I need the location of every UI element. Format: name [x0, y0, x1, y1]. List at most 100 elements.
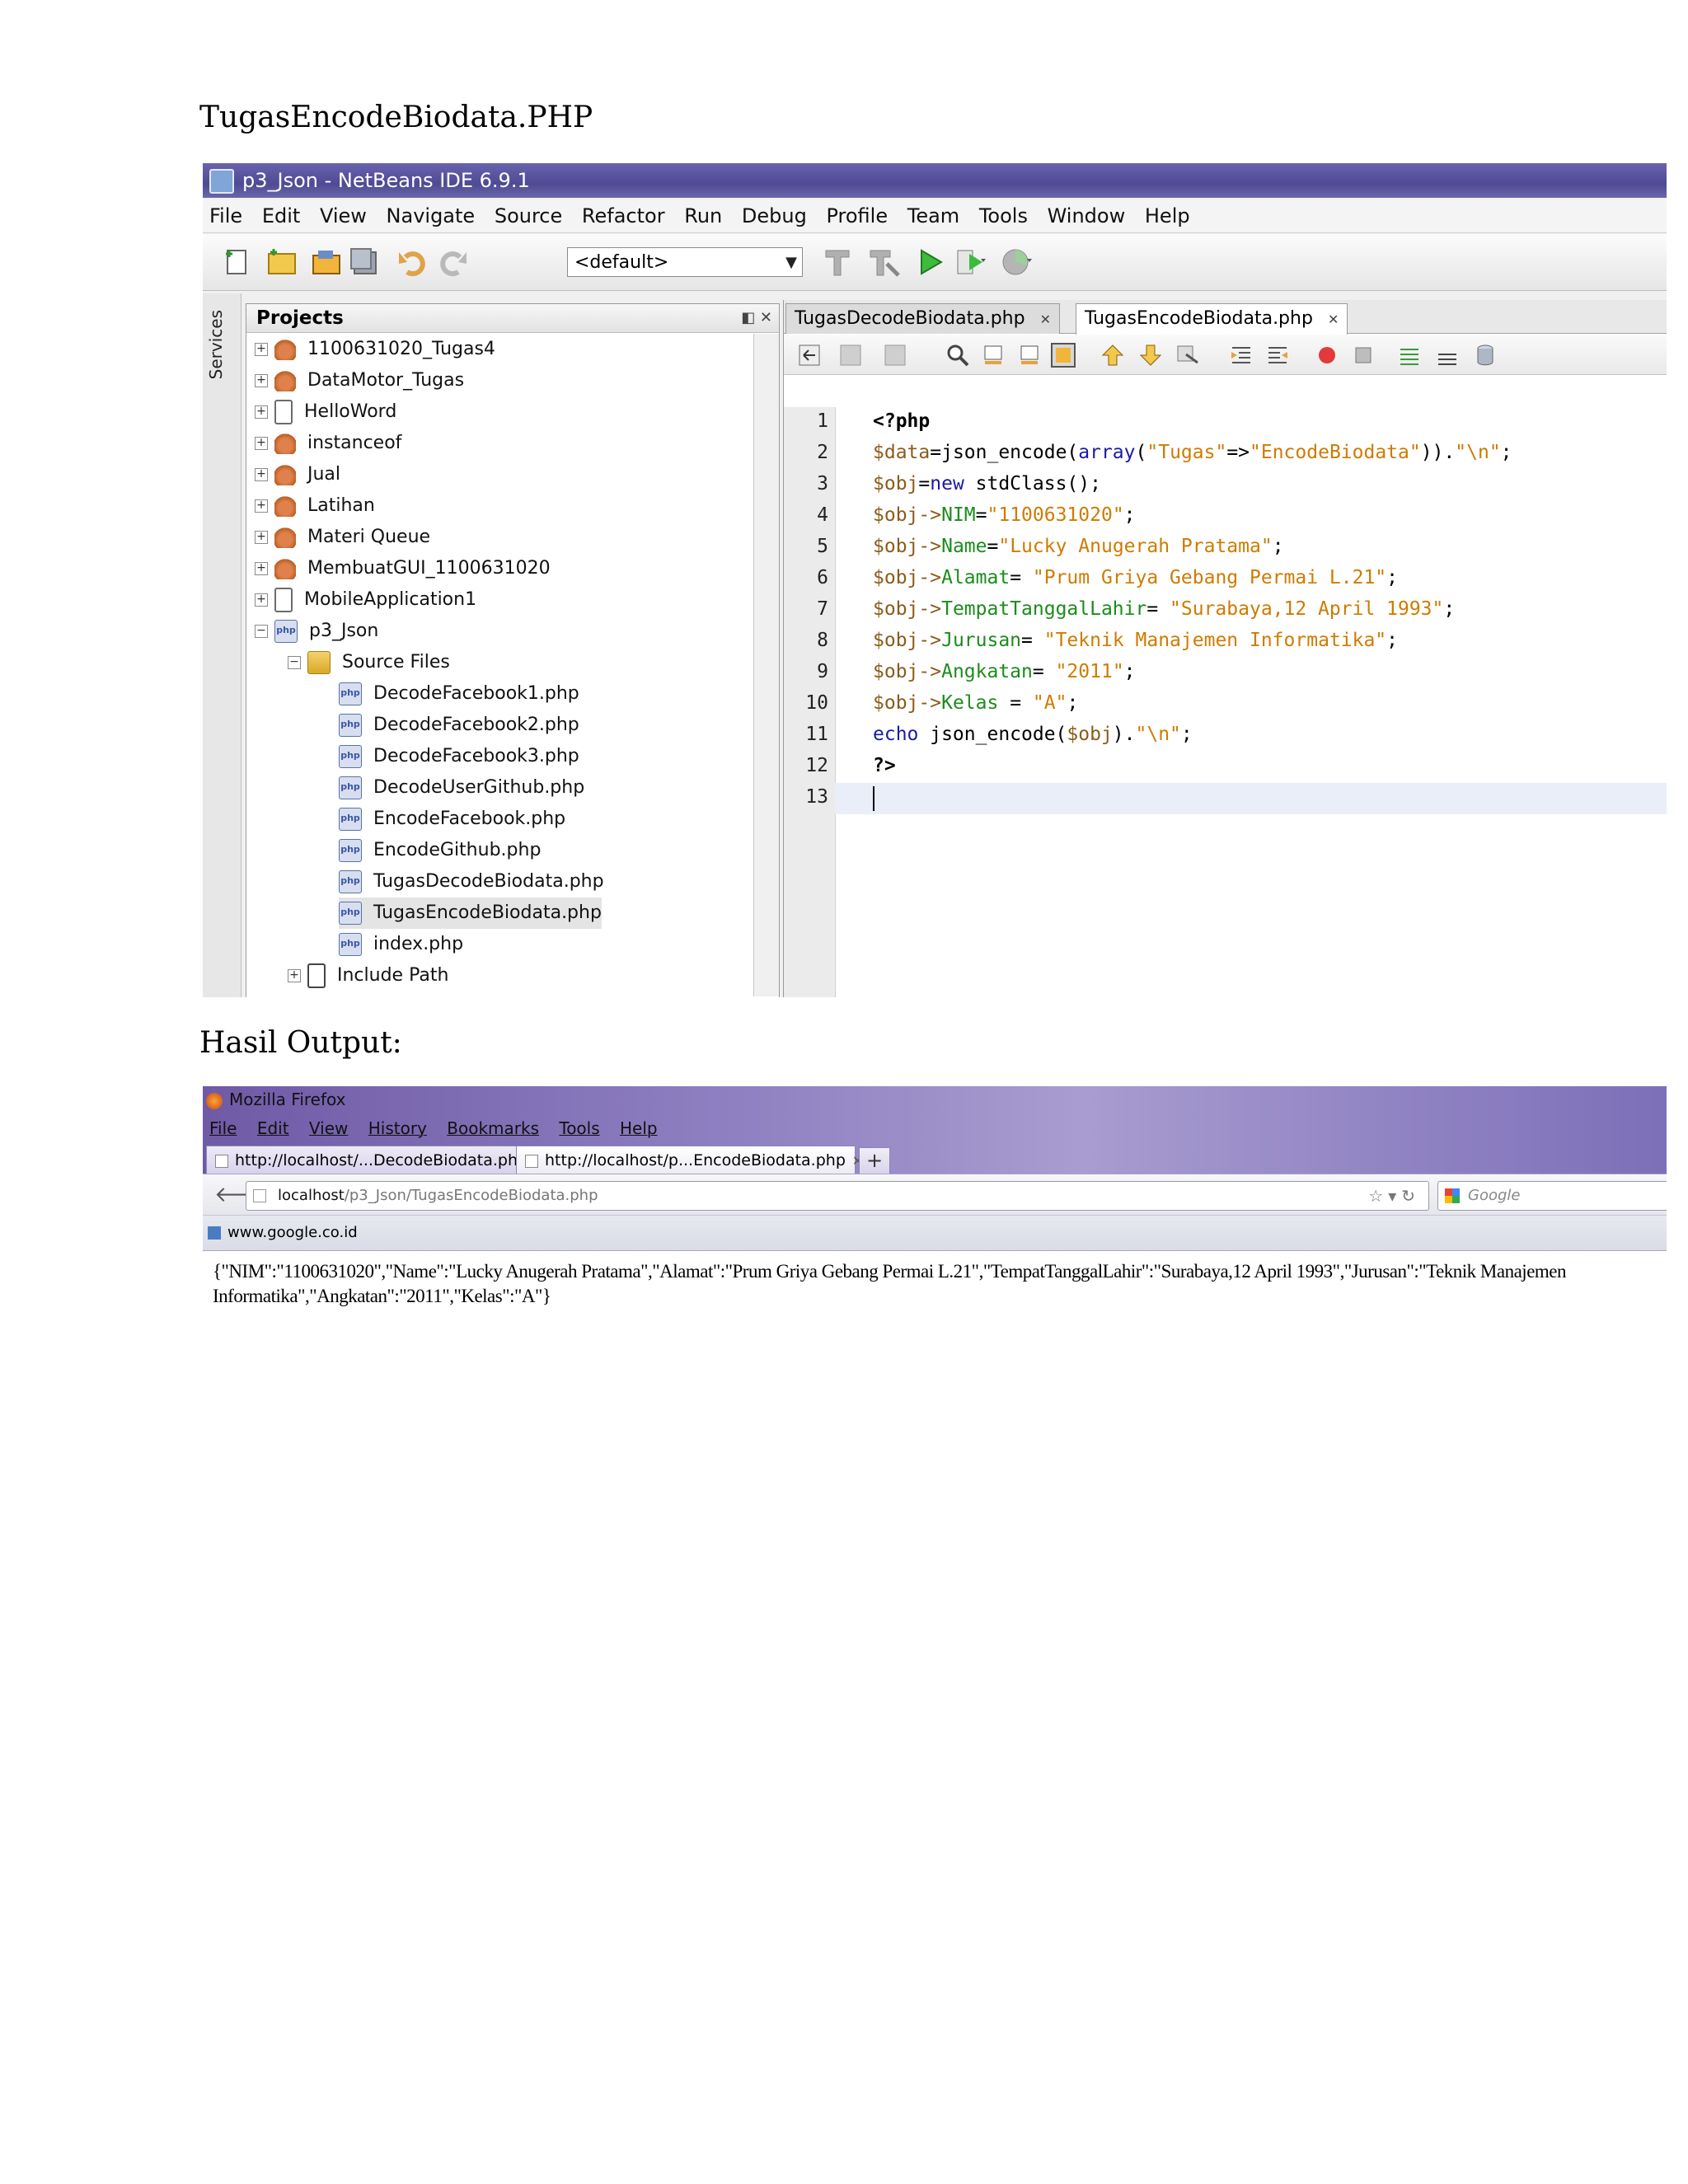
code-line: ?>	[873, 755, 896, 776]
tree-item[interactable]: + Latihan	[255, 490, 375, 522]
search-input[interactable]: Google	[1437, 1181, 1667, 1211]
tree-item[interactable]: + Materi Queue	[255, 522, 430, 553]
netbeans-window: p3_Json - NetBeans IDE 6.9.1 File Edit V…	[203, 163, 1667, 997]
expand-icon[interactable]: +	[255, 374, 268, 387]
tree-item[interactable]: + Jual	[255, 459, 340, 490]
bookmark-google[interactable]: www.google.co.id	[227, 1224, 358, 1241]
code-area[interactable]: <?php $data=json_encode(array("Tugas"=>"…	[835, 407, 1667, 997]
tree-item[interactable]: php DecodeFacebook3.php	[339, 741, 579, 772]
menu-view[interactable]: View	[309, 1118, 348, 1138]
menu-debug[interactable]: Debug	[742, 204, 807, 227]
tree-item[interactable]: +1100631020_Tugas4	[255, 334, 495, 365]
tree-item[interactable]: − Source Files	[288, 647, 450, 678]
tree-item[interactable]: + DataMotor_Tugas	[255, 365, 464, 396]
tree-item-label: DecodeFacebook2.php	[373, 715, 579, 735]
menu-view[interactable]: View	[320, 204, 367, 227]
close-icon[interactable]: ◧ ✕	[741, 304, 772, 332]
debug-icon[interactable]	[954, 246, 987, 279]
tree-item[interactable]: php EncodeGithub.php	[339, 835, 541, 866]
bookmark-star-icon[interactable]: ☆▾↻	[1368, 1182, 1420, 1210]
previous-bookmark-icon[interactable]	[1100, 343, 1125, 368]
start-macro-icon[interactable]	[1315, 343, 1339, 368]
menu-file[interactable]: File	[209, 204, 242, 227]
tab-encode-biodata[interactable]: http://localhost/p...EncodeBiodata.php ✕	[516, 1146, 863, 1174]
tree-item[interactable]: php DecodeFacebook1.php	[339, 678, 579, 710]
menu-edit[interactable]: Edit	[262, 204, 300, 227]
menu-history[interactable]: History	[368, 1118, 427, 1138]
toggle-bookmark-icon[interactable]	[1175, 343, 1199, 368]
find-previous-icon[interactable]	[982, 343, 1006, 368]
tab-tugas-encode-biodata[interactable]: TugasEncodeBiodata.php ✕	[1076, 303, 1348, 335]
tree-item[interactable]: − php p3_Json	[255, 616, 378, 647]
expand-icon[interactable]: +	[255, 499, 268, 513]
stop-macro-icon[interactable]	[1351, 343, 1376, 368]
comment-icon[interactable]	[1397, 343, 1422, 368]
next-bookmark-icon[interactable]	[1138, 343, 1163, 368]
expand-icon[interactable]: +	[255, 593, 268, 607]
menu-refactor[interactable]: Refactor	[582, 204, 665, 227]
menu-bookmarks[interactable]: Bookmarks	[447, 1118, 539, 1138]
close-icon[interactable]: ✕	[1040, 312, 1051, 327]
expand-icon[interactable]: +	[255, 468, 268, 481]
menu-team[interactable]: Team	[907, 204, 959, 227]
tree-item[interactable]: + HelloWord	[255, 396, 396, 428]
new-file-icon[interactable]	[221, 246, 254, 279]
database-icon[interactable]	[1473, 343, 1498, 368]
find-icon[interactable]	[945, 343, 970, 368]
clean-build-icon[interactable]	[867, 246, 900, 279]
find-next-icon[interactable]	[1016, 343, 1041, 368]
collapse-icon[interactable]: −	[255, 625, 268, 638]
toggle-highlight-icon[interactable]	[1051, 343, 1076, 368]
expand-icon[interactable]: +	[255, 343, 268, 356]
new-tab-button[interactable]: +	[859, 1147, 890, 1175]
services-tab[interactable]: Services	[206, 310, 226, 379]
redo-icon[interactable]	[437, 246, 470, 279]
shift-left-icon[interactable]	[1229, 343, 1254, 368]
close-icon[interactable]: ✕	[1328, 312, 1339, 327]
tree-item[interactable]: php TugasDecodeBiodata.php	[339, 866, 604, 898]
tree-item[interactable]: php DecodeFacebook2.php	[339, 710, 579, 741]
back-icon[interactable]	[838, 343, 863, 368]
expand-icon[interactable]: +	[255, 437, 268, 450]
uncomment-icon[interactable]	[1435, 343, 1460, 368]
open-project-icon[interactable]	[310, 246, 343, 279]
expand-icon[interactable]: +	[255, 531, 268, 544]
expand-icon[interactable]: +	[288, 969, 301, 982]
menu-run[interactable]: Run	[684, 204, 722, 227]
menu-tools[interactable]: Tools	[559, 1118, 599, 1138]
projects-scrollbar[interactable]	[753, 334, 779, 996]
menu-source[interactable]: Source	[495, 204, 562, 227]
url-bar[interactable]: localhost/p3_Json/TugasEncodeBiodata.php…	[246, 1181, 1429, 1211]
tab-tugas-decode-biodata[interactable]: TugasDecodeBiodata.php ✕	[785, 303, 1060, 334]
expand-icon[interactable]: +	[255, 562, 268, 575]
tree-item-selected[interactable]: php TugasEncodeBiodata.php	[339, 898, 602, 929]
menu-help[interactable]: Help	[620, 1118, 658, 1138]
forward-icon[interactable]	[883, 343, 907, 368]
new-project-icon[interactable]	[265, 246, 298, 279]
run-icon[interactable]	[913, 246, 946, 279]
tree-item[interactable]: + MobileApplication1	[255, 584, 476, 616]
menu-window[interactable]: Window	[1048, 204, 1126, 227]
expand-icon[interactable]: +	[255, 405, 268, 419]
save-all-icon[interactable]	[348, 246, 381, 279]
menu-file[interactable]: File	[209, 1118, 237, 1138]
menu-navigate[interactable]: Navigate	[387, 204, 476, 227]
menu-edit[interactable]: Edit	[257, 1118, 289, 1138]
tree-item[interactable]: + instanceof	[255, 428, 401, 459]
last-edit-icon[interactable]	[797, 343, 822, 368]
shift-right-icon[interactable]	[1265, 343, 1290, 368]
profile-icon[interactable]	[1001, 246, 1034, 279]
tree-item[interactable]: + Include Path	[288, 960, 448, 991]
configuration-select[interactable]: <default> ▼	[567, 247, 803, 277]
build-icon[interactable]	[821, 246, 854, 279]
menu-profile[interactable]: Profile	[826, 204, 888, 227]
collapse-icon[interactable]: −	[288, 656, 301, 669]
menu-tools[interactable]: Tools	[979, 204, 1028, 227]
tree-item[interactable]: php EncodeFacebook.php	[339, 804, 565, 835]
menu-help[interactable]: Help	[1145, 204, 1190, 227]
undo-icon[interactable]	[396, 246, 429, 279]
tree-item[interactable]: + MembuatGUI_1100631020	[255, 553, 551, 584]
tree-item[interactable]: php DecodeUserGithub.php	[339, 772, 584, 804]
tree-item[interactable]: php index.php	[339, 929, 463, 960]
tab-decode-biodata[interactable]: http://localhost/...DecodeBiodata.php✕	[206, 1146, 546, 1174]
